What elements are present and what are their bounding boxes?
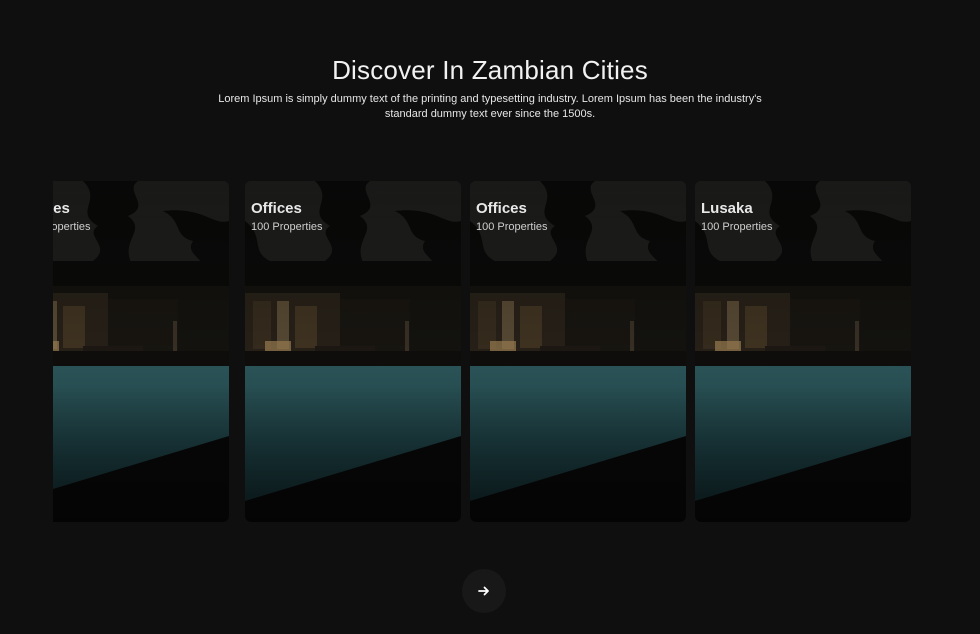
carousel-next-button[interactable] — [462, 569, 506, 613]
section-subtitle: Lorem Ipsum is simply dummy text of the … — [218, 93, 762, 120]
city-card-name: Offices — [476, 200, 527, 217]
city-card[interactable]: Lusaka 100 Properties — [695, 181, 911, 522]
city-card-count: 100 Properties — [701, 221, 773, 233]
city-card-name: Lusaka — [701, 200, 753, 217]
city-card-name: Offices — [251, 200, 302, 217]
city-card[interactable]: Offices 100 Properties — [245, 181, 461, 522]
city-card-count: 100 Properties — [251, 221, 323, 233]
section-title: Discover In Zambian Cities — [332, 55, 648, 85]
city-card-count: 100 Properties — [53, 221, 91, 233]
city-card-name: Offices — [53, 200, 70, 217]
city-card-count: 100 Properties — [476, 221, 548, 233]
city-carousel[interactable]: Offices 100 Properties Offices 100 Prope… — [53, 181, 911, 522]
arrow-right-icon — [478, 586, 489, 596]
city-card[interactable]: Offices 100 Properties — [470, 181, 686, 522]
city-card[interactable]: Offices 100 Properties — [53, 181, 229, 522]
